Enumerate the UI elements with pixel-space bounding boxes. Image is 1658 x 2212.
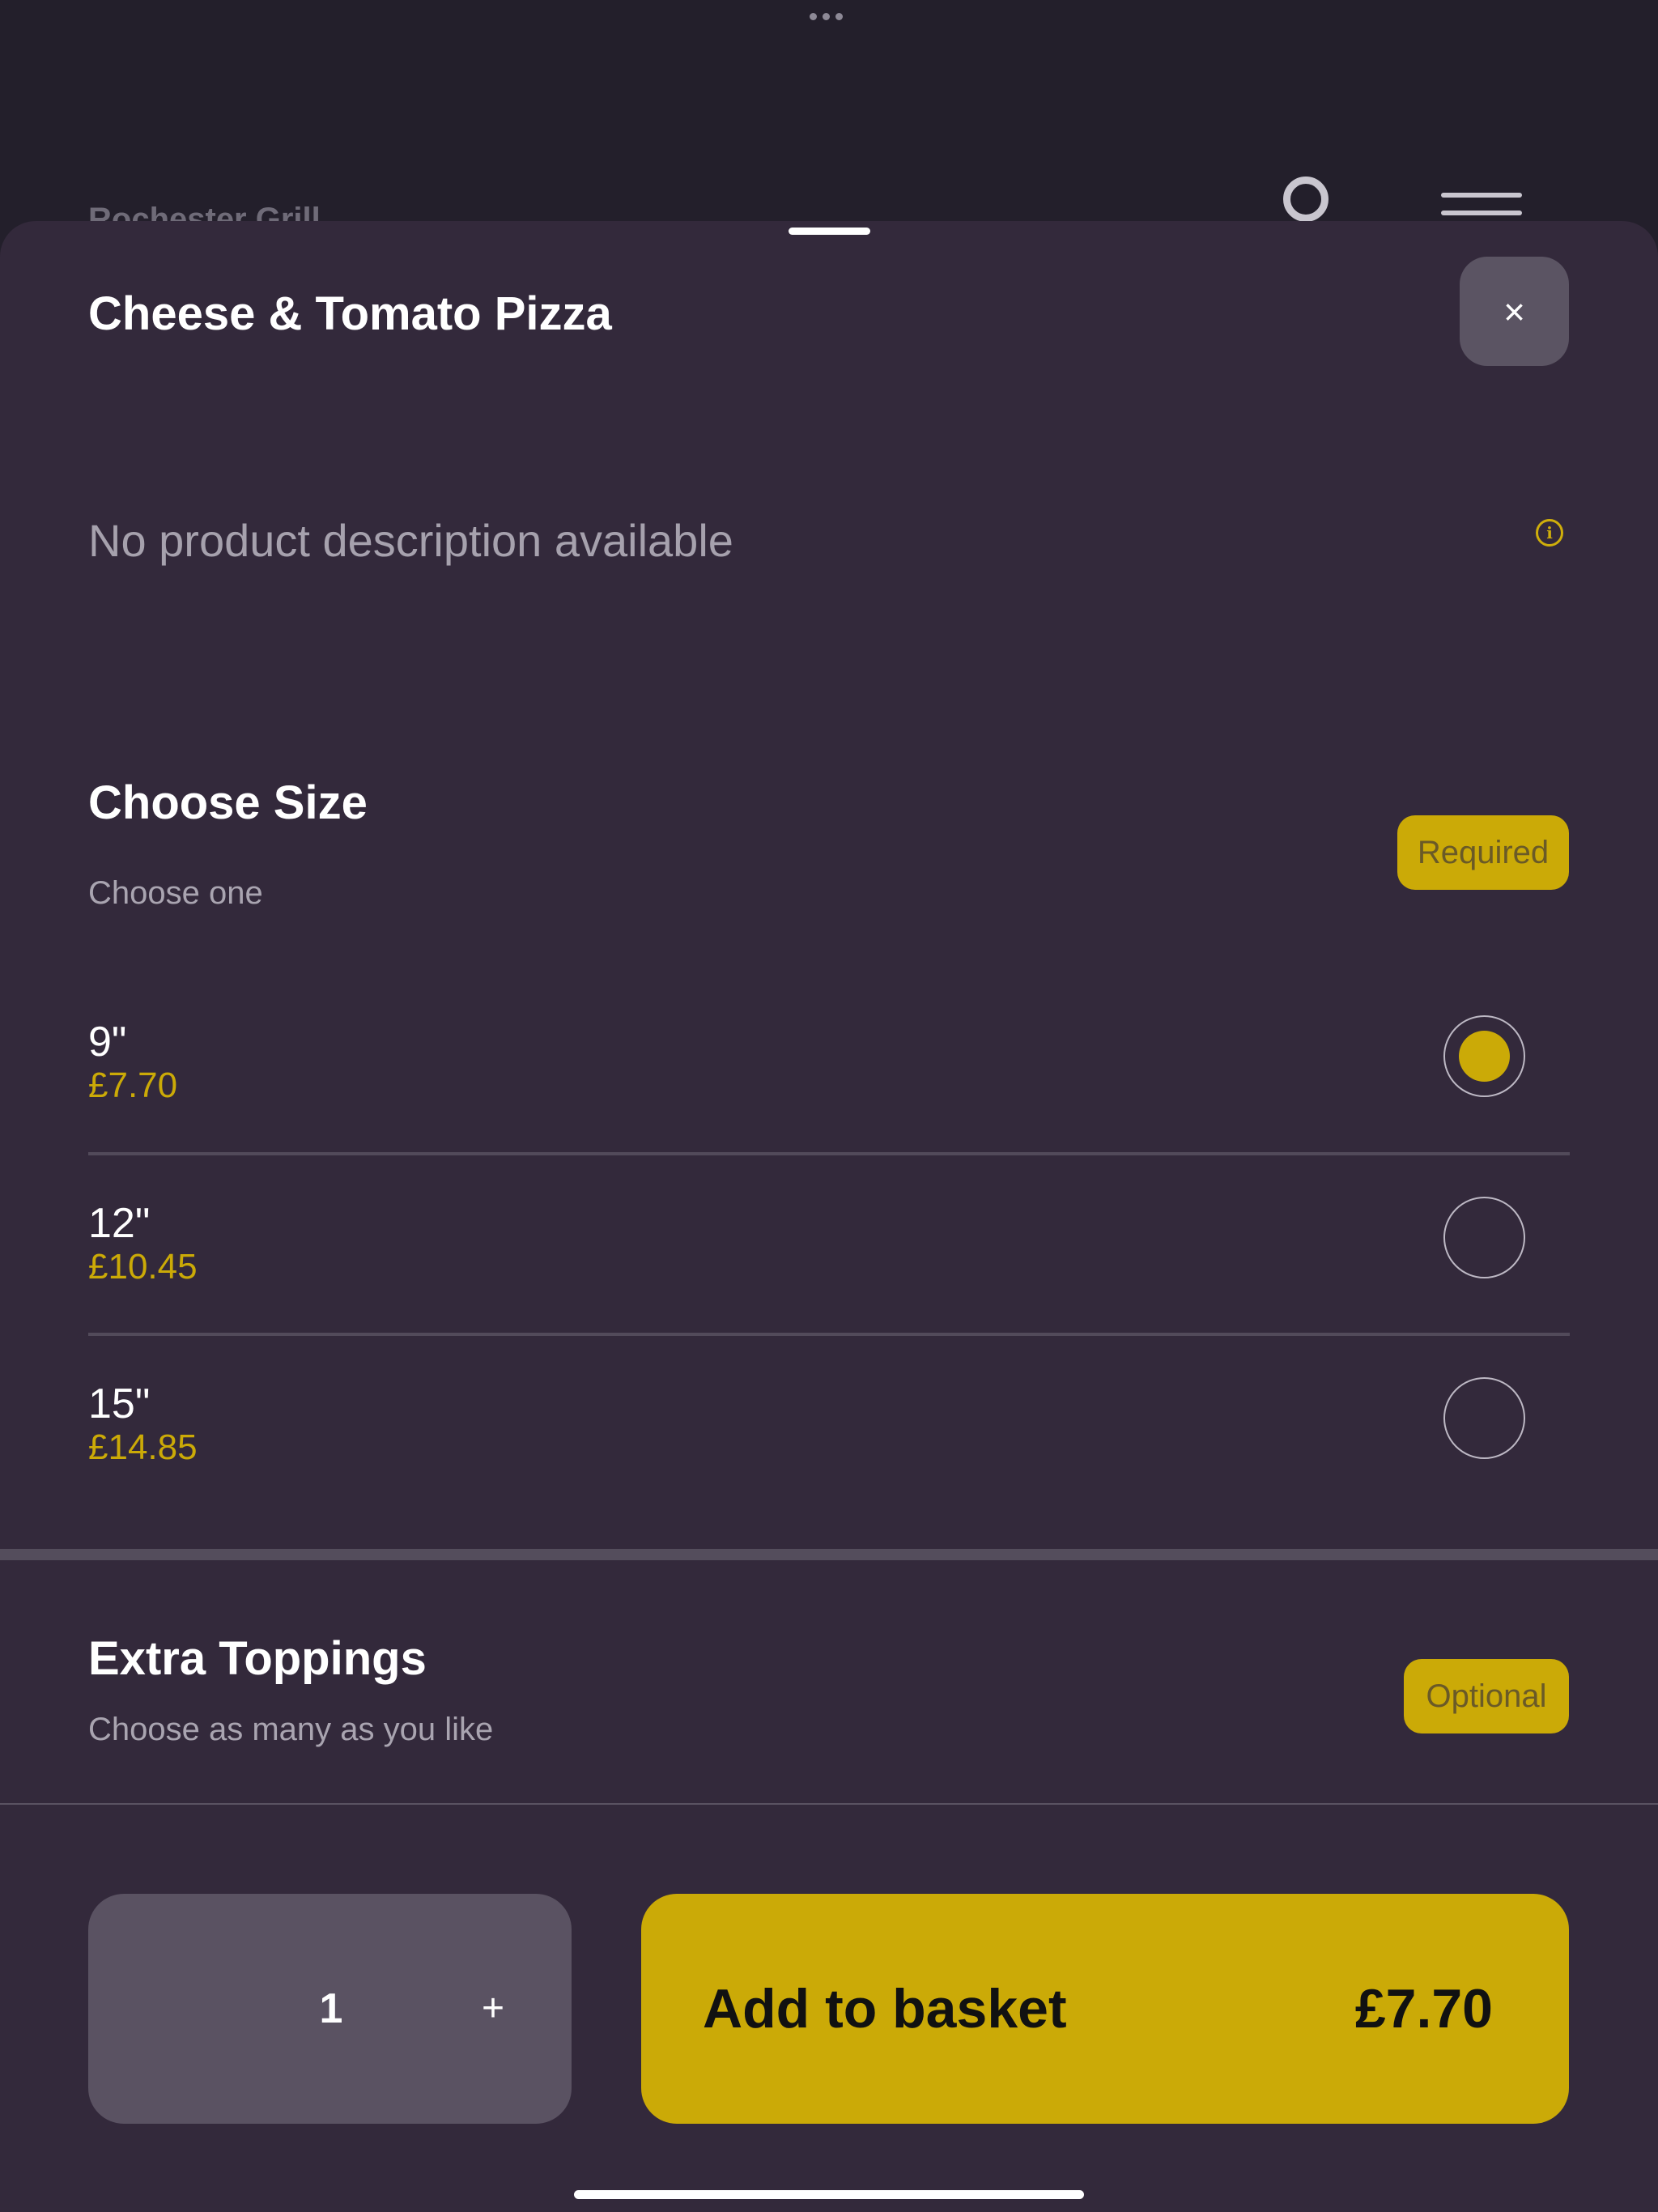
size-section-title: Choose Size (88, 776, 368, 829)
add-to-basket-button[interactable]: Add to basket £7.70 (641, 1894, 1569, 2124)
size-radio-selected[interactable] (1443, 1015, 1525, 1097)
info-icon-glyph: i (1546, 523, 1553, 542)
product-description: No product description available (88, 515, 733, 566)
quantity-stepper: 1 + (88, 1894, 572, 2124)
size-price: £14.85 (88, 1427, 198, 1467)
close-icon: × (1503, 290, 1525, 333)
product-sheet: Cheese & Tomato Pizza × No product descr… (0, 221, 1658, 2212)
size-option-9[interactable]: 9" £7.70 (88, 1015, 1570, 1198)
optional-badge: Optional (1404, 1659, 1569, 1733)
size-option-15[interactable]: 15" £14.85 (88, 1377, 1570, 1560)
close-button[interactable]: × (1460, 257, 1569, 366)
size-label: 12" (88, 1200, 151, 1247)
size-price: £10.45 (88, 1247, 198, 1287)
size-radio[interactable] (1443, 1377, 1525, 1459)
size-label: 15" (88, 1380, 151, 1427)
sheet-grabber[interactable] (789, 228, 870, 235)
toppings-section-subtitle: Choose as many as you like (88, 1712, 494, 1747)
section-separator (0, 1549, 1658, 1560)
add-to-basket-label: Add to basket (703, 1978, 1067, 2040)
multitasking-dots-icon[interactable] (810, 13, 843, 20)
option-divider (88, 1333, 1570, 1336)
info-icon[interactable]: i (1536, 519, 1563, 547)
size-section-subtitle: Choose one (88, 875, 263, 911)
product-title: Cheese & Tomato Pizza (88, 287, 612, 340)
size-option-12[interactable]: 12" £10.45 (88, 1197, 1570, 1380)
size-radio[interactable] (1443, 1197, 1525, 1278)
home-indicator[interactable] (574, 2190, 1084, 2199)
footer-separator (0, 1803, 1658, 1805)
option-divider (88, 1152, 1570, 1155)
required-badge: Required (1397, 815, 1569, 890)
search-icon[interactable] (1283, 177, 1329, 222)
size-label: 9" (88, 1019, 127, 1066)
basket-total-price: £7.70 (1354, 1978, 1493, 2040)
quantity-plus-button[interactable]: + (453, 1894, 534, 2124)
quantity-value: 1 (319, 1985, 343, 2032)
radio-selected-dot (1459, 1031, 1510, 1082)
size-price: £7.70 (88, 1066, 178, 1105)
app-screen: Rochester Grill Cheese & Tomato Pizza × … (0, 0, 1658, 2212)
toppings-section-title: Extra Toppings (88, 1632, 427, 1685)
